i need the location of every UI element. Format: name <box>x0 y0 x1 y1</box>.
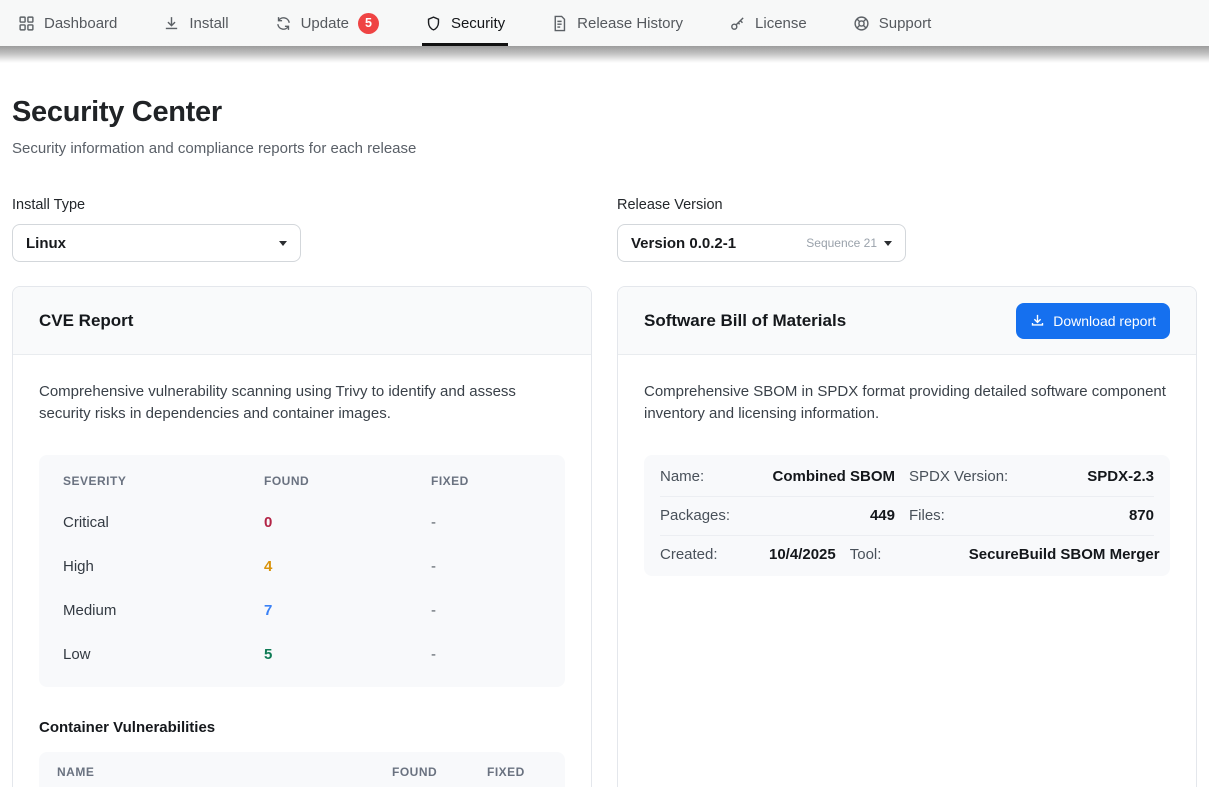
table-row: Created: 10/4/2025 Tool: SecureBuild SBO… <box>660 535 1154 574</box>
sbom-description: Comprehensive SBOM in SPDX format provid… <box>644 381 1170 425</box>
column-header-found: FOUND <box>264 474 431 488</box>
fixed-count: - <box>431 602 541 619</box>
tab-label: Security <box>451 15 505 32</box>
table-row: Name: Combined SBOM SPDX Version: SPDX-2… <box>660 457 1154 496</box>
severity-label: Low <box>63 646 264 663</box>
tab-update[interactable]: Update 5 <box>275 0 379 46</box>
nav-shadow-band <box>0 46 1209 63</box>
detail-value: 10/4/2025 <box>769 546 836 563</box>
detail-value: SPDX-2.3 <box>1028 468 1154 485</box>
support-icon <box>853 15 870 32</box>
column-header-fixed: FIXED <box>487 765 547 779</box>
top-navigation: Dashboard Install Update 5 Security Rele… <box>0 0 1209 46</box>
fixed-count: - <box>431 558 541 575</box>
install-icon <box>163 15 180 32</box>
container-vulnerabilities-table-header: NAME FOUND FIXED <box>39 752 565 787</box>
detail-label: SPDX Version: <box>909 468 1014 485</box>
sbom-card-title: Software Bill of Materials <box>644 311 846 331</box>
fixed-count: - <box>431 514 541 531</box>
table-row: Critical 0 - <box>39 501 565 545</box>
sbom-card: Software Bill of Materials Download repo… <box>617 286 1197 787</box>
update-count-badge: 5 <box>358 13 379 34</box>
page-subtitle: Security information and compliance repo… <box>12 140 1197 157</box>
column-header-name: NAME <box>57 765 392 779</box>
detail-label: Files: <box>909 507 1014 524</box>
license-icon <box>729 15 746 32</box>
tab-label: Install <box>189 15 228 32</box>
cve-card-body: Comprehensive vulnerability scanning usi… <box>13 355 591 787</box>
cve-description: Comprehensive vulnerability scanning usi… <box>39 381 565 425</box>
detail-label: Tool: <box>850 546 955 563</box>
cve-card-header: CVE Report <box>13 287 591 355</box>
column-header-severity: SEVERITY <box>63 474 264 488</box>
update-icon <box>275 15 292 32</box>
severity-table: SEVERITY FOUND FIXED Critical 0 - High 4… <box>39 455 565 687</box>
fixed-count: - <box>431 646 541 663</box>
security-icon <box>425 15 442 32</box>
found-count: 7 <box>264 602 431 619</box>
install-type-value: Linux <box>26 235 279 252</box>
filters-row: Install Type Linux Release Version Versi… <box>12 197 1197 262</box>
cve-card-title: CVE Report <box>39 311 133 331</box>
sbom-details-grid: Name: Combined SBOM SPDX Version: SPDX-2… <box>644 455 1170 576</box>
table-row: High 4 - <box>39 545 565 589</box>
tab-label: Dashboard <box>44 15 117 32</box>
tab-dashboard[interactable]: Dashboard <box>18 0 117 46</box>
severity-table-header: SEVERITY FOUND FIXED <box>39 461 565 501</box>
found-count: 0 <box>264 514 431 531</box>
release-version-label: Release Version <box>617 197 906 213</box>
found-count: 4 <box>264 558 431 575</box>
severity-label: High <box>63 558 264 575</box>
detail-value: 449 <box>769 507 895 524</box>
cve-report-card: CVE Report Comprehensive vulnerability s… <box>12 286 592 787</box>
tab-install[interactable]: Install <box>163 0 228 46</box>
sbom-card-body: Comprehensive SBOM in SPDX format provid… <box>618 355 1196 602</box>
container-vulnerabilities-title: Container Vulnerabilities <box>39 719 565 736</box>
page-title: Security Center <box>12 96 1197 129</box>
dashboard-icon <box>18 15 35 32</box>
tab-label: Support <box>879 15 932 32</box>
detail-value: 870 <box>1028 507 1154 524</box>
install-type-filter: Install Type Linux <box>12 197 301 262</box>
tab-label: License <box>755 15 807 32</box>
release-version-select[interactable]: Version 0.0.2-1 Sequence 21 <box>617 224 906 262</box>
detail-label: Created: <box>660 546 755 563</box>
download-report-button[interactable]: Download report <box>1016 303 1170 339</box>
column-header-fixed: FIXED <box>431 474 541 488</box>
detail-label: Name: <box>660 468 755 485</box>
detail-label: Packages: <box>660 507 755 524</box>
detail-value: SecureBuild SBOM Merger <box>969 546 1160 563</box>
main-content: Security Center Security information and… <box>0 96 1209 787</box>
tab-security[interactable]: Security <box>425 0 505 46</box>
severity-label: Critical <box>63 514 264 531</box>
release-history-icon <box>551 15 568 32</box>
table-row: Medium 7 - <box>39 589 565 633</box>
tab-license[interactable]: License <box>729 0 807 46</box>
release-version-filter: Release Version Version 0.0.2-1 Sequence… <box>617 197 906 262</box>
tab-release-history[interactable]: Release History <box>551 0 683 46</box>
table-row: Packages: 449 Files: 870 <box>660 496 1154 535</box>
sbom-card-header: Software Bill of Materials Download repo… <box>618 287 1196 355</box>
report-cards-row: CVE Report Comprehensive vulnerability s… <box>12 286 1197 787</box>
table-row: Low 5 - <box>39 633 565 677</box>
download-report-label: Download report <box>1053 313 1156 329</box>
download-icon <box>1030 313 1045 328</box>
install-type-label: Install Type <box>12 197 301 213</box>
tab-support[interactable]: Support <box>853 0 932 46</box>
chevron-down-icon <box>884 241 892 246</box>
release-version-value: Version 0.0.2-1 <box>631 235 806 252</box>
release-sequence: Sequence 21 <box>806 236 877 250</box>
severity-label: Medium <box>63 602 264 619</box>
found-count: 5 <box>264 646 431 663</box>
install-type-select[interactable]: Linux <box>12 224 301 262</box>
chevron-down-icon <box>279 241 287 246</box>
column-header-found: FOUND <box>392 765 487 779</box>
tab-label: Update <box>301 15 349 32</box>
detail-value: Combined SBOM <box>769 468 895 485</box>
tab-label: Release History <box>577 15 683 32</box>
